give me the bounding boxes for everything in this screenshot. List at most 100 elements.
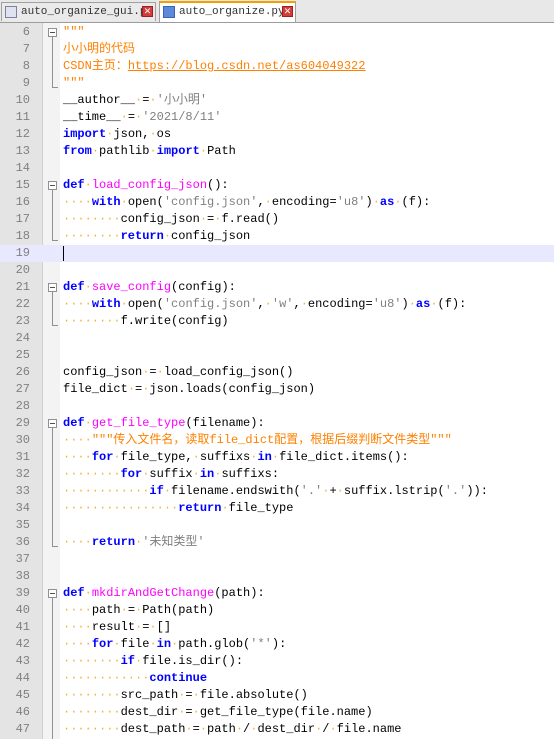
tab-auto-organize[interactable]: auto_organize.py ✕	[159, 1, 296, 22]
code-line[interactable]: 19	[0, 245, 554, 262]
code-token: )):	[466, 484, 488, 498]
code-token: save_config	[91, 280, 172, 294]
whitespace-marker: ·	[430, 297, 438, 311]
code-token: Path	[207, 144, 236, 158]
code-line[interactable]: 11 __time__·=·'2021/8/11'	[0, 109, 554, 126]
code-line[interactable]: 9 """	[0, 75, 554, 92]
code-line[interactable]: 18 ········return·config_json	[0, 228, 554, 245]
code-line[interactable]: 41 ····result·=·[]	[0, 619, 554, 636]
code-line[interactable]: 21 def·save_config(config):	[0, 279, 554, 296]
code-line[interactable]: 10 __author__·=·'小小明'	[0, 92, 554, 109]
code-line[interactable]: 32 ········for·suffix·in·suffixs:	[0, 466, 554, 483]
code-line[interactable]: 33 ············if·filename.endswith('.'·+…	[0, 483, 554, 500]
code-token: def	[63, 280, 85, 294]
code-token: suffixs:	[221, 467, 280, 481]
whitespace-marker: ·	[372, 195, 380, 209]
code-line[interactable]: 37	[0, 551, 554, 568]
code-line[interactable]: 25	[0, 347, 554, 364]
close-icon[interactable]: ✕	[282, 6, 293, 17]
code-token: encoding=	[271, 195, 337, 209]
code-token: as	[379, 195, 395, 209]
code-text: file_dict·=·json.loads(config_json)	[63, 381, 315, 398]
whitespace-marker: ·	[329, 722, 337, 736]
code-token: return	[120, 229, 164, 243]
code-token: '.'	[300, 484, 323, 498]
whitespace-marker: ·	[199, 722, 208, 736]
code-line[interactable]: 24	[0, 330, 554, 347]
code-line[interactable]: 43 ········if·file.is_dir():	[0, 653, 554, 670]
code-token: 'config.json'	[163, 297, 258, 311]
code-text: 小小明的代码	[63, 41, 135, 58]
fold-toggle-icon[interactable]	[48, 283, 57, 292]
code-line[interactable]: 6 """	[0, 24, 554, 41]
code-token: dest_dir	[120, 705, 179, 719]
code-line[interactable]: 46 ········dest_dir·=·get_file_type(file.…	[0, 704, 554, 721]
fold-guide-line	[52, 190, 53, 240]
code-line[interactable]: 40 ····path·=·Path(path)	[0, 602, 554, 619]
code-token: f.write(config)	[120, 314, 229, 328]
code-token: json.loads(config_json)	[149, 382, 316, 396]
line-number: 32	[15, 467, 30, 481]
line-number: 9	[22, 76, 30, 90]
code-line[interactable]: 38	[0, 568, 554, 585]
line-number: 17	[15, 212, 30, 226]
code-token: 小小明的代码	[63, 42, 136, 56]
whitespace-marker: ·	[120, 297, 128, 311]
code-token: '小小明'	[156, 93, 208, 107]
code-token: ():	[207, 178, 229, 192]
code-token: Path(path)	[142, 603, 215, 617]
code-line[interactable]: 23 ········f.write(config)	[0, 313, 554, 330]
code-line[interactable]: 28	[0, 398, 554, 415]
code-line[interactable]: 22 ····with·open('config.json',·'w',·enco…	[0, 296, 554, 313]
code-line[interactable]: 31 ····for·file_type,·suffixs·in·file_dic…	[0, 449, 554, 466]
code-token: )	[365, 195, 373, 209]
code-line[interactable]: 36 ····return·'未知类型'	[0, 534, 554, 551]
whitespace-marker: ·	[120, 110, 128, 124]
code-line[interactable]: 15 def·load_config_json():	[0, 177, 554, 194]
code-token: """	[63, 76, 85, 90]
code-line[interactable]: 8 CSDN主页：https://blog.csdn.net/as60404932…	[0, 58, 554, 75]
code-line[interactable]: 45 ········src_path·=·file.absolute()	[0, 687, 554, 704]
code-token: config_json	[120, 212, 200, 226]
code-line[interactable]: 7 小小明的代码	[0, 41, 554, 58]
fold-toggle-icon[interactable]	[48, 181, 57, 190]
code-line[interactable]: 12 import·json,·os	[0, 126, 554, 143]
whitespace-marker: ·	[91, 144, 100, 158]
code-line[interactable]: 17 ········config_json·=·f.read()	[0, 211, 554, 228]
code-line[interactable]: 34 ················return·file_type	[0, 500, 554, 517]
fold-toggle-icon[interactable]	[48, 419, 57, 428]
code-line[interactable]: 35	[0, 517, 554, 534]
code-line[interactable]: 20	[0, 262, 554, 279]
code-token: path	[207, 722, 236, 736]
code-line[interactable]: 14	[0, 160, 554, 177]
code-token: '*'	[250, 637, 272, 651]
close-icon[interactable]: ✕	[142, 6, 153, 17]
code-line[interactable]: 42 ····for·file·in·path.glob('*'):	[0, 636, 554, 653]
code-line[interactable]: 27 file_dict·=·json.loads(config_json)	[0, 381, 554, 398]
whitespace-marker: ················	[63, 501, 179, 515]
code-token: as	[415, 297, 431, 311]
fold-toggle-icon[interactable]	[48, 28, 57, 37]
code-line[interactable]: 47 ········dest_path·=·path·/·dest_dir·/·…	[0, 721, 554, 738]
code-line[interactable]: 29 def·get_file_type(filename):	[0, 415, 554, 432]
whitespace-marker: ·	[120, 603, 128, 617]
whitespace-marker: ·	[149, 127, 157, 141]
line-number: 47	[15, 722, 30, 736]
whitespace-marker: ·	[192, 450, 200, 464]
code-line[interactable]: 39 def·mkdirAndGetChange(path):	[0, 585, 554, 602]
code-line[interactable]: 13 from·pathlib·import·Path	[0, 143, 554, 160]
line-number: 34	[15, 501, 30, 515]
line-number: 23	[15, 314, 30, 328]
code-line[interactable]: 26 config_json·=·load_config_json()	[0, 364, 554, 381]
file-icon	[163, 6, 175, 18]
code-token: json,	[113, 127, 150, 141]
code-line[interactable]: 30 ····"""传入文件名，读取file_dict配置，根据后缀判断文件类型"…	[0, 432, 554, 449]
code-line[interactable]: 44 ············continue	[0, 670, 554, 687]
code-text: ········config_json·=·f.read()	[63, 211, 279, 228]
whitespace-marker: ····	[63, 535, 92, 549]
fold-toggle-icon[interactable]	[48, 589, 57, 598]
code-token: []	[156, 620, 172, 634]
tab-auto-organize-gui[interactable]: auto_organize_gui.py ✕	[1, 2, 156, 21]
code-editor[interactable]: 6 """ 7 小小明的代码 8 CSDN主页：https://blog.csdn.net…	[0, 23, 554, 739]
code-line[interactable]: 16 ····with·open('config.json',·encoding=…	[0, 194, 554, 211]
